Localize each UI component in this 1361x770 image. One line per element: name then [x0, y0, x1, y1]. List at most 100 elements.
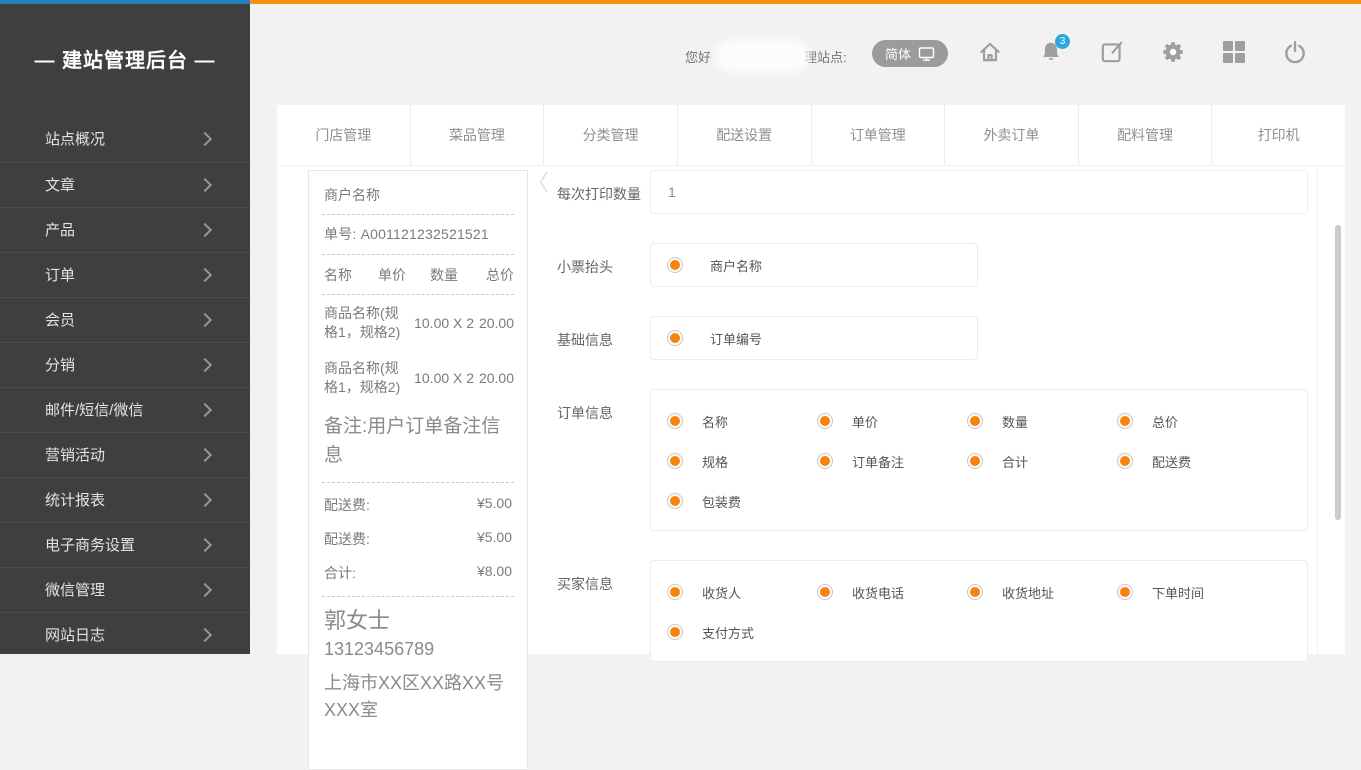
app-title: — 建站管理后台 — — [0, 44, 250, 73]
sidebar-item-分销[interactable]: 分销 — [0, 342, 250, 387]
receipt-column-header: 名称 — [324, 265, 378, 285]
radio-option-收货人[interactable]: 收货人 — [667, 572, 817, 612]
radio-option-商户名称[interactable]: 商户名称 — [667, 256, 762, 275]
sidebar-item-label: 统计报表 — [45, 492, 105, 509]
tab-配料管理[interactable]: 配料管理 — [1078, 105, 1212, 165]
tab-打印机[interactable]: 打印机 — [1211, 105, 1345, 165]
option-box: 名称 单价 数量 总价 规格 订单备注 合计 配送费 包装费 — [650, 389, 1308, 531]
radio-option-label: 单价 — [852, 412, 878, 431]
buyer-address: 上海市XX区XX路XX号XXX室 — [324, 670, 512, 724]
sidebar-item-站点概况[interactable]: 站点概况 — [0, 117, 250, 162]
sidebar-item-文章[interactable]: 文章 — [0, 162, 250, 207]
option-box: 订单编号 — [650, 316, 978, 360]
vertical-scrollbar[interactable] — [1335, 225, 1341, 520]
tab-外卖订单[interactable]: 外卖订单 — [944, 105, 1078, 165]
radio-selected-icon[interactable] — [1117, 453, 1133, 469]
sidebar-item-产品[interactable]: 产品 — [0, 207, 250, 252]
radio-selected-icon[interactable] — [817, 584, 833, 600]
radio-option-label: 下单时间 — [1152, 583, 1204, 602]
scroll-track-divider — [1317, 165, 1318, 654]
radio-selected-icon[interactable] — [667, 257, 683, 273]
radio-option-label: 收货电话 — [852, 583, 904, 602]
receipt-fee-row: 配送费: ¥5.00 — [322, 522, 514, 556]
radio-selected-icon[interactable] — [667, 330, 683, 346]
receipt-column-header: 总价 — [480, 265, 514, 285]
home-icon[interactable] — [976, 38, 1004, 66]
form-section-订单信息: 订单信息 名称 单价 数量 总价 规格 订单备注 合计 配送费 包装费 — [545, 389, 1317, 531]
power-icon[interactable] — [1281, 38, 1309, 66]
bell-icon[interactable]: 3 — [1037, 38, 1065, 66]
sidebar-item-统计报表[interactable]: 统计报表 — [0, 477, 250, 522]
radio-option-label: 名称 — [702, 412, 728, 431]
sidebar-item-label: 会员 — [45, 312, 75, 329]
chevron-right-icon — [198, 178, 212, 192]
apps-icon[interactable] — [1220, 38, 1248, 66]
receipt-preview: 商户名称 单号: A001121232521521 名称单价数量总价 商品名称(… — [308, 170, 528, 770]
print-count-input[interactable] — [650, 170, 1308, 214]
radio-selected-icon[interactable] — [667, 624, 683, 640]
tab-菜品管理[interactable]: 菜品管理 — [410, 105, 544, 165]
radio-selected-icon[interactable] — [667, 453, 683, 469]
form-section-基础信息: 基础信息 订单编号 — [545, 316, 1317, 360]
radio-option-单价[interactable]: 单价 — [817, 401, 967, 441]
radio-option-订单备注[interactable]: 订单备注 — [817, 441, 967, 481]
sidebar-item-邮件/短信/微信[interactable]: 邮件/短信/微信 — [0, 387, 250, 432]
fee-value: ¥5.00 — [477, 529, 512, 549]
sidebar-item-微信管理[interactable]: 微信管理 — [0, 567, 250, 612]
radio-option-数量[interactable]: 数量 — [967, 401, 1117, 441]
tab-订单管理[interactable]: 订单管理 — [811, 105, 945, 165]
radio-option-合计[interactable]: 合计 — [967, 441, 1117, 481]
radio-option-规格[interactable]: 规格 — [667, 441, 817, 481]
radio-option-label: 总价 — [1152, 412, 1178, 431]
sidebar-item-会员[interactable]: 会员 — [0, 297, 250, 342]
item-total: 20.00 — [479, 370, 514, 386]
gear-icon[interactable] — [1159, 38, 1187, 66]
language-button[interactable]: 简体 — [872, 40, 948, 67]
radio-option-订单编号[interactable]: 订单编号 — [667, 329, 762, 348]
chevron-right-icon — [198, 493, 212, 507]
radio-option-label: 数量 — [1002, 412, 1028, 431]
radio-option-包装费[interactable]: 包装费 — [667, 481, 817, 521]
form-sections: 小票抬头 商户名称 基础信息 订单编号 订单信息 名称 单价 数量 总价 规格 … — [545, 243, 1317, 662]
radio-option-总价[interactable]: 总价 — [1117, 401, 1267, 441]
radio-selected-icon[interactable] — [1117, 584, 1133, 600]
sidebar-item-营销活动[interactable]: 营销活动 — [0, 432, 250, 477]
radio-selected-icon[interactable] — [1117, 413, 1133, 429]
sidebar-item-电子商务设置[interactable]: 电子商务设置 — [0, 522, 250, 567]
option-box: 收货人 收货电话 收货地址 下单时间 支付方式 — [650, 560, 1308, 662]
radio-selected-icon[interactable] — [667, 493, 683, 509]
radio-option-label: 包装费 — [702, 492, 741, 511]
sidebar-item-label: 营销活动 — [45, 447, 105, 464]
radio-option-收货电话[interactable]: 收货电话 — [817, 572, 967, 612]
radio-selected-icon[interactable] — [967, 584, 983, 600]
radio-selected-icon[interactable] — [967, 453, 983, 469]
sidebar-item-label: 邮件/短信/微信 — [45, 402, 143, 419]
form-section-label: 订单信息 — [545, 389, 650, 531]
tab-门店管理[interactable]: 门店管理 — [277, 105, 410, 165]
form-section-label: 基础信息 — [545, 316, 650, 360]
chevron-right-icon — [198, 268, 212, 282]
receipt-items: 商品名称(规格1，规格2) 10.00 X 2 20.00 商品名称(规格1，规… — [322, 295, 514, 405]
radio-option-支付方式[interactable]: 支付方式 — [667, 612, 817, 652]
sidebar-item-网站日志[interactable]: 网站日志 — [0, 612, 250, 657]
radio-selected-icon[interactable] — [817, 453, 833, 469]
print-count-row: 每次打印数量 — [545, 170, 1317, 214]
receipt-column-header: 单价 — [378, 265, 430, 285]
radio-option-收货地址[interactable]: 收货地址 — [967, 572, 1117, 612]
fee-label: 配送费: — [324, 495, 370, 515]
sidebar-item-label: 产品 — [45, 222, 75, 239]
receipt-order-no: 单号: A001121232521521 — [322, 215, 514, 255]
radio-selected-icon[interactable] — [967, 413, 983, 429]
radio-option-配送费[interactable]: 配送费 — [1117, 441, 1267, 481]
sidebar-item-订单[interactable]: 订单 — [0, 252, 250, 297]
item-unit-qty: 10.00 X 2 — [409, 315, 479, 331]
radio-selected-icon[interactable] — [667, 584, 683, 600]
edit-icon[interactable] — [1098, 38, 1126, 66]
radio-selected-icon[interactable] — [817, 413, 833, 429]
radio-option-下单时间[interactable]: 下单时间 — [1117, 572, 1267, 612]
radio-selected-icon[interactable] — [667, 413, 683, 429]
radio-option-名称[interactable]: 名称 — [667, 401, 817, 441]
tab-配送设置[interactable]: 配送设置 — [677, 105, 811, 165]
tab-分类管理[interactable]: 分类管理 — [543, 105, 677, 165]
sidebar-item-label: 分销 — [45, 357, 75, 374]
